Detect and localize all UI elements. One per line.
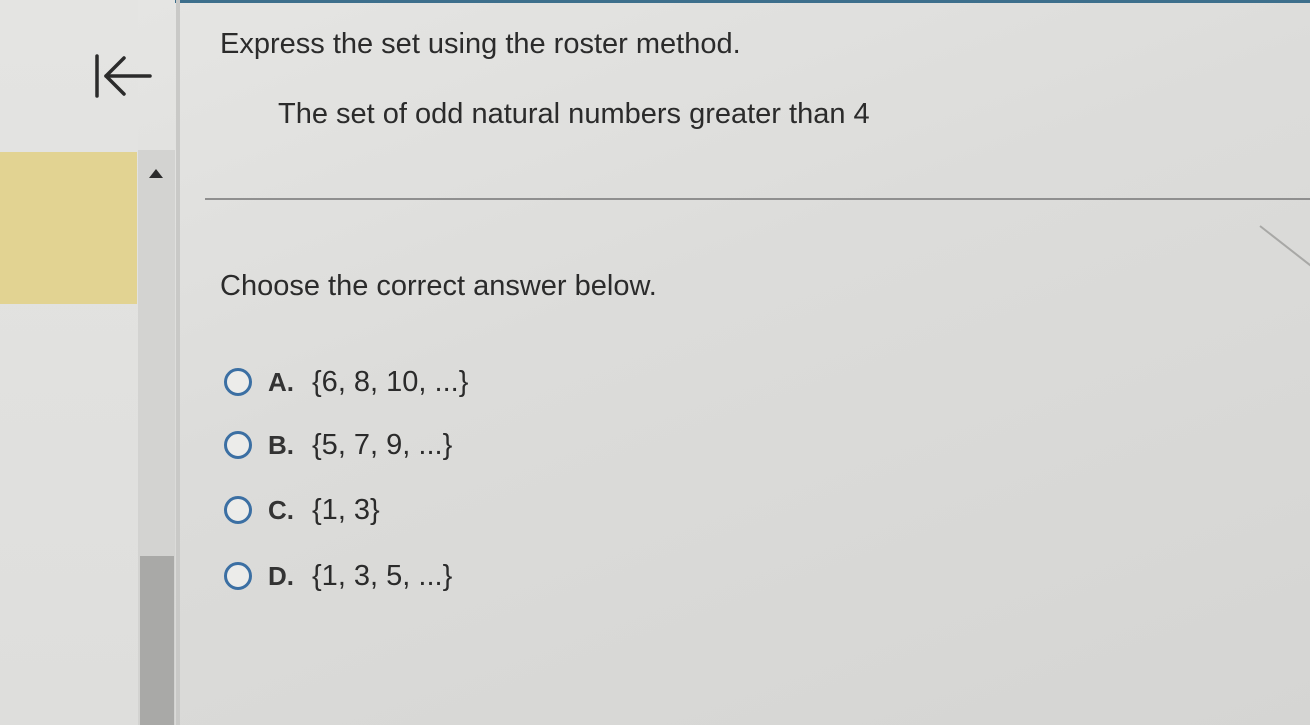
answer-prompt: Choose the correct answer below. [220, 270, 657, 302]
option-d[interactable]: D. {1, 3, 5, ...} [224, 556, 452, 596]
option-a[interactable]: A. {6, 8, 10, ...} [224, 362, 468, 402]
radio-option-b[interactable] [224, 431, 252, 459]
radio-option-d[interactable] [224, 562, 252, 590]
option-d-letter: D. [268, 560, 294, 591]
option-a-letter: A. [268, 366, 294, 397]
radio-option-c[interactable] [224, 496, 252, 524]
current-question-highlight [0, 152, 137, 304]
option-c[interactable]: C. {1, 3} [224, 490, 380, 530]
option-b[interactable]: B. {5, 7, 9, ...} [224, 425, 452, 465]
scroll-up-button[interactable] [146, 166, 166, 182]
scrollbar-thumb[interactable] [140, 556, 174, 725]
option-c-text: {1, 3} [312, 493, 380, 526]
option-c-letter: C. [268, 494, 294, 525]
section-divider [205, 198, 1310, 200]
question-text: The set of odd natural numbers greater t… [278, 98, 870, 130]
question-instruction: Express the set using the roster method. [220, 28, 741, 60]
screen-glare-line [1259, 225, 1310, 270]
collapse-button[interactable] [88, 50, 158, 102]
option-b-letter: B. [268, 429, 294, 460]
collapse-left-arrow-icon [95, 54, 152, 98]
page: Express the set using the roster method.… [0, 0, 1310, 725]
radio-option-a[interactable] [224, 368, 252, 396]
sidebar [0, 0, 152, 725]
triangle-up-icon [149, 169, 163, 178]
option-b-text: {5, 7, 9, ...} [312, 428, 453, 461]
option-a-text: {6, 8, 10, ...} [312, 365, 469, 398]
question-panel: Express the set using the roster method.… [180, 0, 1310, 725]
option-d-text: {1, 3, 5, ...} [312, 559, 453, 592]
